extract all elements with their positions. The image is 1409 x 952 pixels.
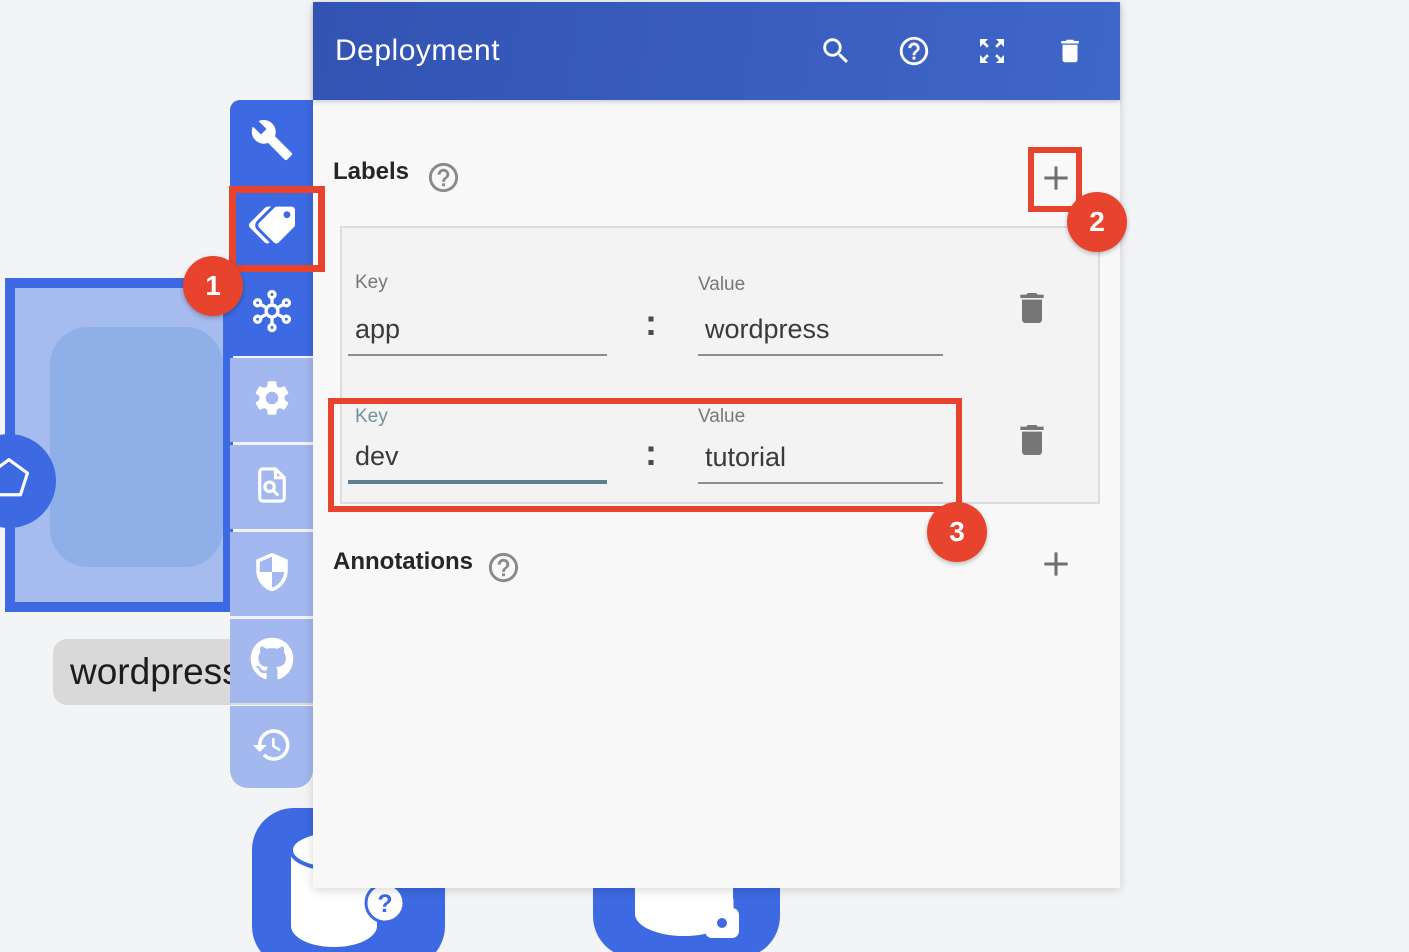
wrench-icon	[250, 118, 294, 167]
toolbar-item-security[interactable]	[230, 532, 313, 616]
step3-badge: 3	[927, 502, 987, 562]
add-annotation-button[interactable]	[1034, 542, 1078, 586]
label-key-input[interactable]	[348, 310, 607, 356]
toolbar-item-inspect[interactable]	[230, 445, 313, 529]
expand-button[interactable]	[975, 34, 1009, 68]
shield-icon	[251, 551, 293, 598]
step3-highlight-box	[328, 398, 962, 512]
history-icon	[251, 724, 293, 771]
delete-label-row-button[interactable]	[1012, 420, 1052, 460]
key-field-label: Key	[355, 272, 388, 294]
plus-icon	[1036, 544, 1076, 584]
delete-label-row-button[interactable]	[1012, 288, 1052, 328]
expand-icon	[976, 35, 1008, 67]
search-icon	[819, 34, 853, 68]
hub-icon	[249, 288, 295, 339]
svg-text:?: ?	[377, 890, 392, 918]
gear-icon	[251, 377, 293, 424]
panel-header: Deployment	[313, 2, 1120, 100]
step1-highlight-box	[229, 186, 325, 272]
document-search-icon	[251, 464, 293, 511]
step2-badge: 2	[1067, 192, 1127, 252]
trash-icon	[1012, 420, 1052, 460]
panel-title: Deployment	[335, 34, 500, 68]
github-icon	[250, 637, 294, 686]
toolbar-item-github[interactable]	[230, 619, 313, 703]
value-field-label: Value	[698, 274, 745, 296]
step1-badge: 1	[183, 256, 243, 316]
annotations-help-button[interactable]	[486, 550, 521, 585]
toolbar-item-settings[interactable]	[230, 358, 313, 442]
pentagon-icon	[0, 452, 36, 511]
kv-separator: :	[645, 302, 657, 344]
trash-icon	[1012, 288, 1052, 328]
toolbar-item-history[interactable]	[230, 706, 313, 788]
trash-icon	[1055, 36, 1085, 66]
help-circle-icon	[486, 550, 521, 585]
help-button[interactable]	[897, 34, 931, 68]
help-circle-icon	[426, 160, 461, 195]
delete-button[interactable]	[1053, 34, 1087, 68]
annotations-section-title: Annotations	[333, 548, 473, 576]
app-canvas: wordpress ?	[0, 0, 1409, 952]
toolbar-item-build[interactable]	[230, 100, 313, 184]
search-button[interactable]	[819, 34, 853, 68]
labels-help-button[interactable]	[426, 160, 461, 195]
labels-section-title: Labels	[333, 158, 409, 186]
label-value-input[interactable]	[698, 310, 943, 356]
deployment-node-body	[50, 327, 223, 567]
help-icon	[897, 34, 931, 68]
